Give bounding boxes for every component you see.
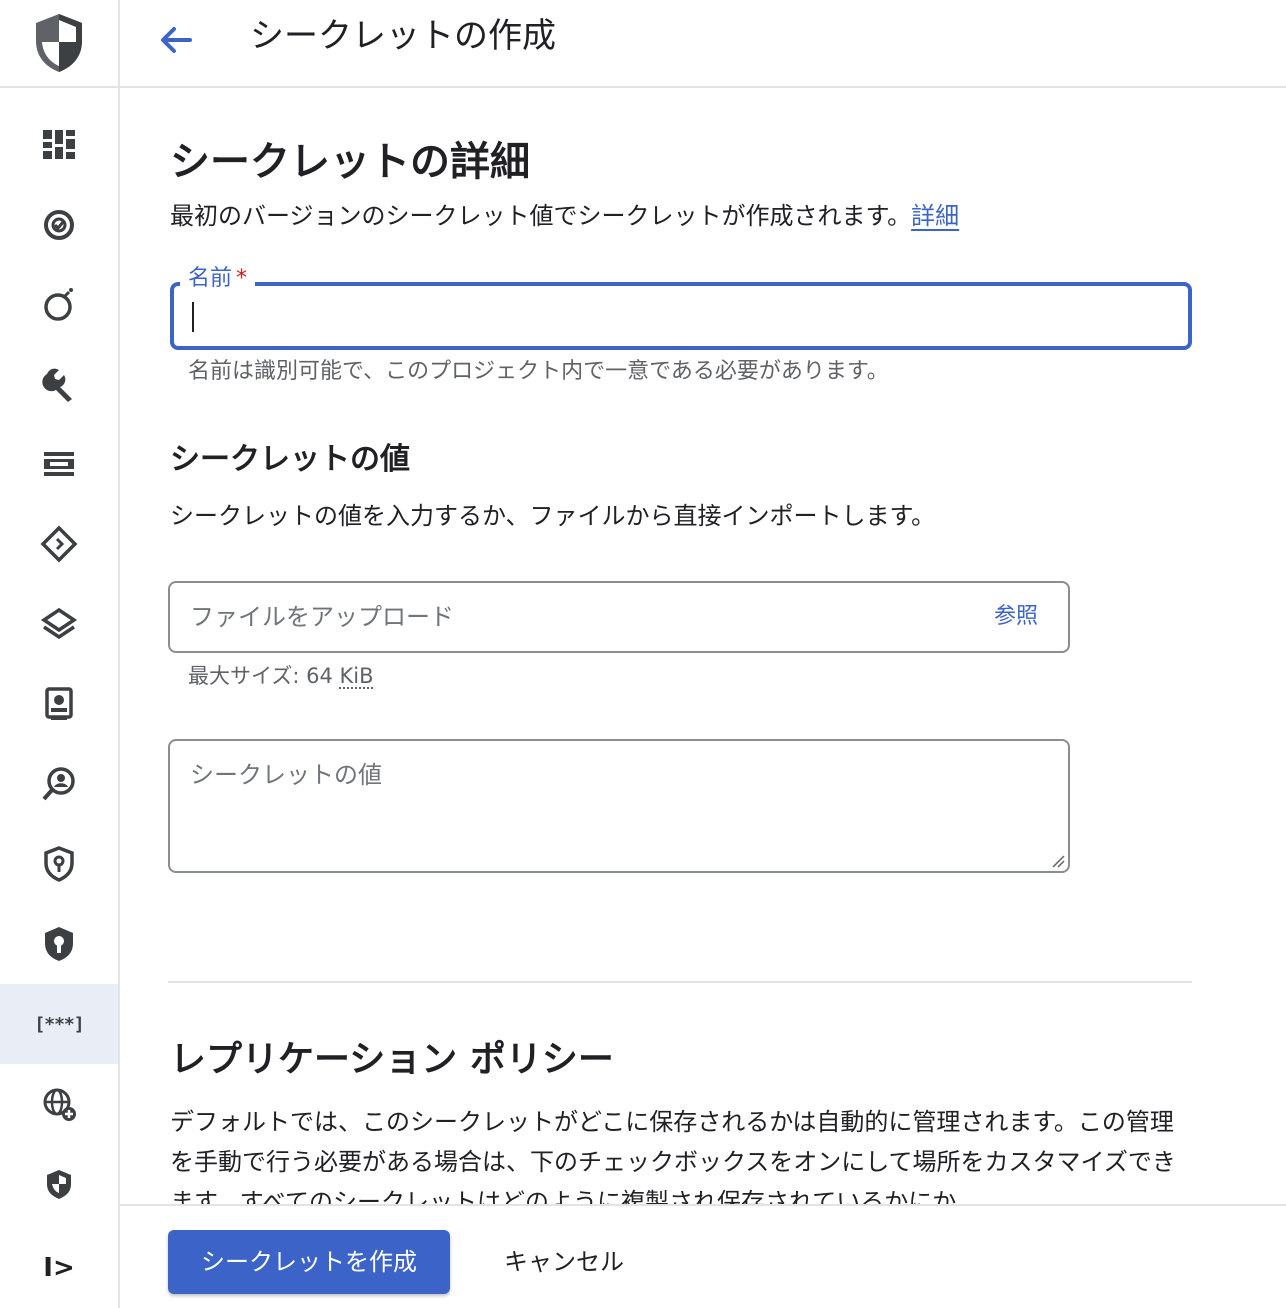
name-field-label: 名前 * bbox=[180, 264, 256, 294]
shield-key-icon bbox=[44, 846, 74, 882]
max-size-text: 最大サイズ: 64 bbox=[188, 664, 340, 688]
name-label-text: 名前 bbox=[188, 266, 233, 291]
rail-item-shield-lock[interactable] bbox=[0, 904, 118, 984]
layers-icon bbox=[40, 607, 78, 640]
cancel-button[interactable]: キャンセル bbox=[476, 1230, 652, 1294]
section-divider bbox=[168, 981, 1192, 983]
main-content: シークレットの詳細 最初のバージョンのシークレット値でシークレットが作成されます… bbox=[120, 88, 1286, 1204]
rail-item-user-search[interactable] bbox=[0, 744, 118, 824]
secret-value-title: シークレットの値 bbox=[170, 442, 410, 477]
rail-item-list[interactable] bbox=[0, 424, 118, 504]
expand-icon: I> bbox=[43, 1253, 75, 1283]
user-search-icon bbox=[42, 767, 75, 801]
left-rail: [***] I> bbox=[0, 0, 120, 1308]
list-view-icon bbox=[44, 452, 74, 476]
resize-handle-icon[interactable] bbox=[1050, 853, 1066, 869]
details-title: シークレットの詳細 bbox=[170, 139, 530, 185]
globe-add-icon bbox=[43, 1088, 76, 1121]
secret-manager-icon: [***] bbox=[34, 1013, 84, 1035]
upload-file-placeholder: ファイルをアップロード bbox=[190, 603, 454, 631]
bomb-icon bbox=[44, 288, 73, 321]
page-title: シークレットの作成 bbox=[250, 16, 556, 56]
arrow-back-icon bbox=[161, 27, 192, 53]
badge-icon bbox=[45, 687, 73, 720]
rail-item-globe[interactable] bbox=[0, 1064, 118, 1144]
secret-value-textarea[interactable]: シークレットの値 bbox=[168, 739, 1070, 873]
name-hint: 名前は識別可能で、このプロジェクト内で一意である必要があります。 bbox=[188, 359, 889, 384]
details-description: 最初のバージョンのシークレット値でシークレットが作成されます。詳細 bbox=[170, 198, 959, 234]
name-field[interactable] bbox=[170, 282, 1192, 350]
rail-item-dashboard[interactable] bbox=[0, 104, 118, 184]
details-learn-more-link[interactable]: 詳細 bbox=[911, 202, 959, 230]
diamond-code-icon bbox=[40, 525, 78, 563]
rail-item-shield[interactable] bbox=[0, 1144, 118, 1224]
create-secret-button[interactable]: シークレットを作成 bbox=[168, 1230, 450, 1294]
back-button[interactable] bbox=[154, 18, 198, 62]
name-input[interactable] bbox=[190, 296, 1170, 338]
shield-icon bbox=[47, 1170, 71, 1199]
page-header: シークレットの作成 bbox=[120, 0, 1286, 88]
replication-title: レプリケーション ポリシー bbox=[170, 1039, 614, 1080]
threat-detection-icon bbox=[44, 210, 74, 240]
max-size-hint: 最大サイズ: 64 KiB bbox=[188, 660, 374, 692]
upload-file-field[interactable]: ファイルをアップロード 参照 bbox=[168, 581, 1070, 653]
action-footer: シークレットを作成 キャンセル bbox=[120, 1204, 1286, 1308]
rail-item-badge[interactable] bbox=[0, 664, 118, 744]
dashboard-icon bbox=[43, 130, 75, 159]
secret-value-placeholder: シークレットの値 bbox=[190, 761, 382, 789]
browse-button[interactable]: 参照 bbox=[994, 599, 1038, 635]
rail-item-layers[interactable] bbox=[0, 584, 118, 664]
secret-value-description: シークレットの値を入力するか、ファイルから直接インポートします。 bbox=[170, 502, 936, 530]
wrench-icon bbox=[42, 368, 72, 402]
shield-logo-icon bbox=[36, 14, 82, 72]
rail-item-vulnerabilities[interactable] bbox=[0, 264, 118, 344]
max-size-unit: KiB bbox=[339, 664, 374, 688]
details-description-text: 最初のバージョンのシークレット値でシークレットが作成されます。 bbox=[170, 202, 912, 230]
app-root: [***] I> シークレットの作成 シークレットの詳細 最初のバージョンのシー… bbox=[0, 0, 1286, 1308]
rail-item-shield-key[interactable] bbox=[0, 824, 118, 904]
expand-rail-button[interactable]: I> bbox=[0, 1228, 118, 1308]
rail-item-code[interactable] bbox=[0, 504, 118, 584]
required-mark: * bbox=[236, 266, 248, 291]
security-logo[interactable] bbox=[0, 0, 118, 88]
rail-item-tools[interactable] bbox=[0, 344, 118, 424]
shield-lock-icon bbox=[45, 927, 73, 961]
rail-item-secret-manager[interactable]: [***] bbox=[0, 984, 118, 1064]
replication-description: デフォルトでは、このシークレットがどこに保存されるかは自動的に管理されます。この… bbox=[170, 1108, 1176, 1204]
rail-item-threat-detection[interactable] bbox=[0, 184, 118, 264]
